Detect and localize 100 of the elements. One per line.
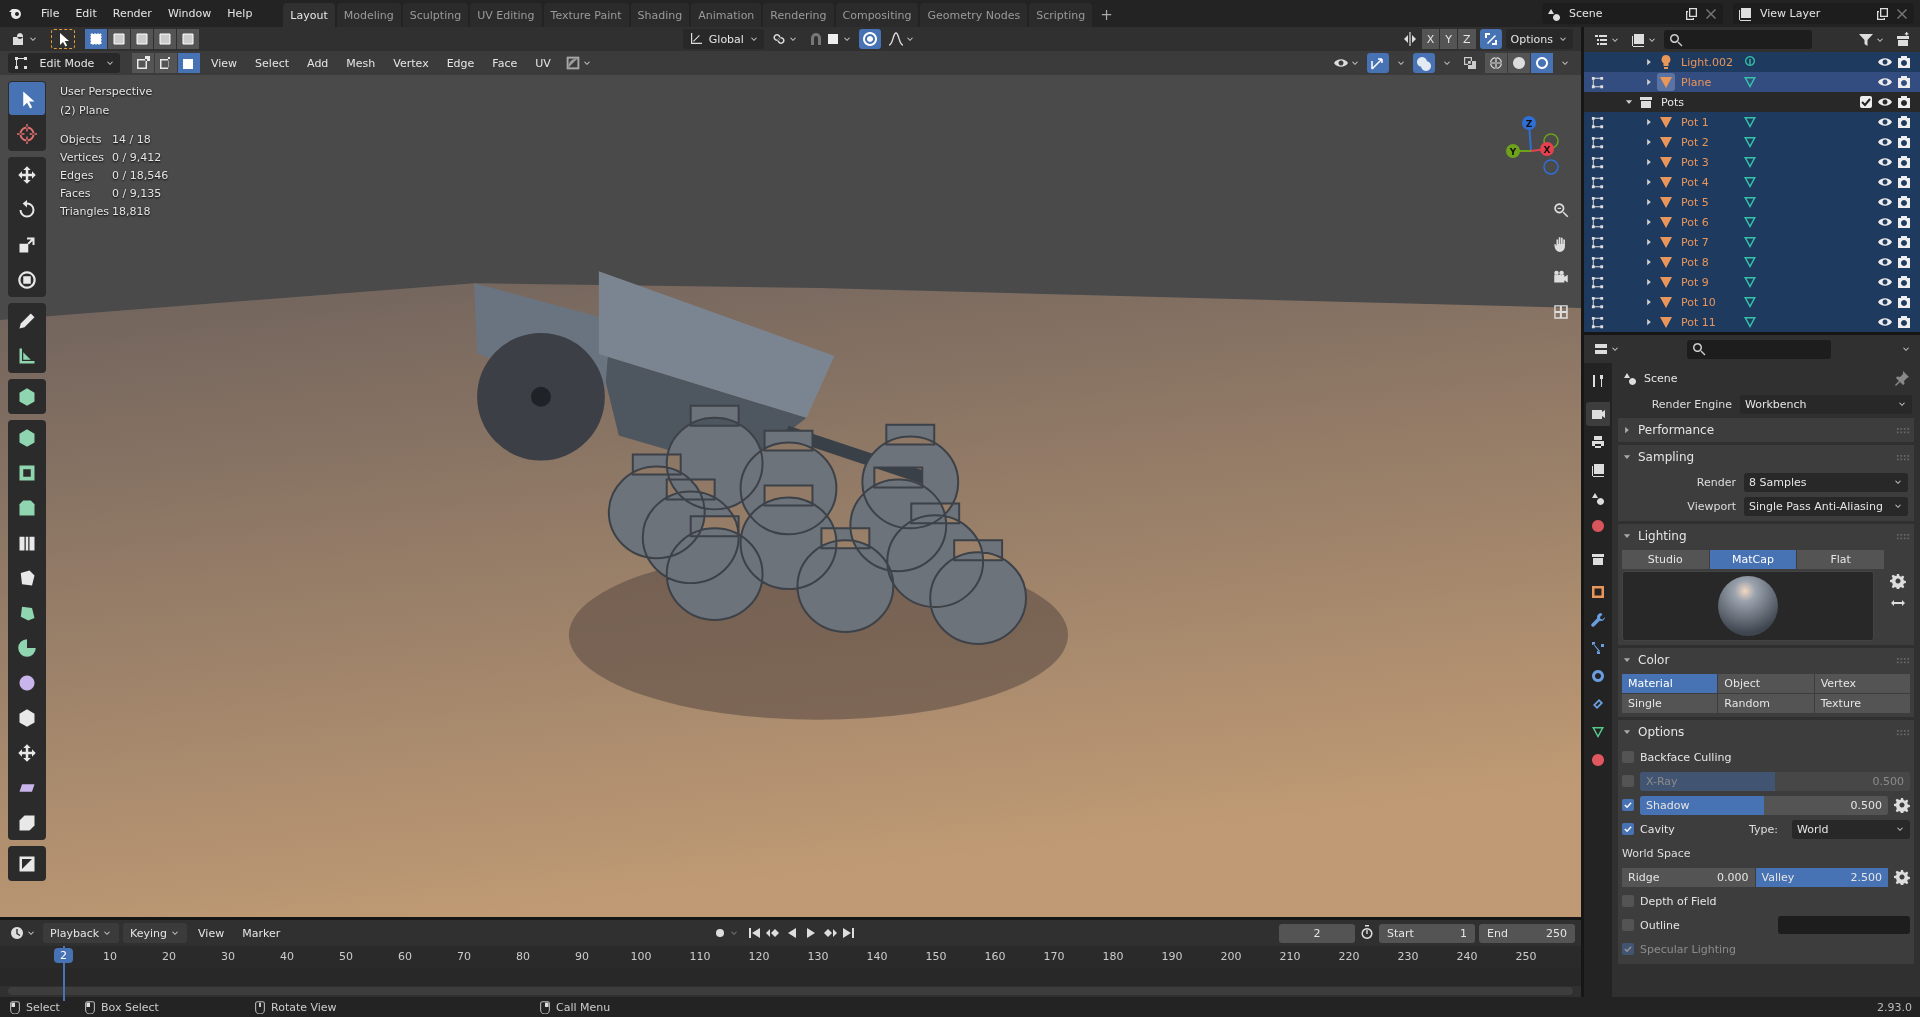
outliner-row[interactable]: Pot 5 bbox=[1584, 192, 1920, 212]
menu-item[interactable]: Keying bbox=[123, 923, 188, 943]
frame-number: 230 bbox=[1396, 950, 1420, 963]
slider[interactable]: Shadow 0.500 bbox=[1640, 795, 1888, 815]
lighting-mode-tab[interactable]: MatCap bbox=[1709, 550, 1797, 569]
outliner-row[interactable]: Plane bbox=[1584, 72, 1920, 92]
frame-number: 90 bbox=[574, 950, 590, 963]
workspace-tab[interactable]: Scripting bbox=[1029, 3, 1093, 27]
stat-value: 0 / 9,412 bbox=[112, 150, 162, 166]
dropdown-field[interactable]: 8 Samples bbox=[1744, 472, 1908, 492]
menu-item[interactable]: File bbox=[34, 4, 67, 23]
outliner-row[interactable]: Pot 4 bbox=[1584, 172, 1920, 192]
dropdown-field[interactable]: World bbox=[1792, 819, 1910, 839]
workspace-tab[interactable]: Shading bbox=[630, 3, 690, 27]
render-engine-dropdown[interactable]: Workbench bbox=[1740, 394, 1912, 414]
color-mode-tab[interactable]: Texture bbox=[1814, 694, 1910, 713]
workspace-tab[interactable]: Animation bbox=[691, 3, 762, 27]
lighting-mode-tab[interactable]: Flat bbox=[1797, 550, 1884, 569]
workspace-tab[interactable]: Compositing bbox=[835, 3, 919, 27]
field-label: Viewport bbox=[1686, 499, 1736, 513]
workspace-tab[interactable]: Rendering bbox=[763, 3, 834, 27]
panel-header[interactable]: Options bbox=[1618, 720, 1914, 744]
stat-label: Vertices bbox=[60, 150, 105, 166]
frame-number: 110 bbox=[688, 950, 712, 963]
outliner-row[interactable]: Pot 6 bbox=[1584, 212, 1920, 232]
start-frame-field[interactable]: Start 1 bbox=[1379, 923, 1475, 943]
current-frame-marker[interactable]: 2 bbox=[54, 948, 73, 963]
menu-item[interactable]: Help bbox=[220, 4, 260, 23]
panel-header[interactable]: Performance bbox=[1618, 418, 1914, 442]
outliner-row[interactable]: Pot 10 bbox=[1584, 292, 1920, 312]
stat-value: 14 / 18 bbox=[112, 132, 151, 148]
color-mode-tab[interactable]: Material bbox=[1622, 674, 1718, 693]
frame-number: 130 bbox=[806, 950, 830, 963]
menu-item[interactable]: Marker bbox=[235, 923, 288, 943]
active-object-name: (2) Plane bbox=[60, 103, 111, 119]
add-workspace-button[interactable]: + bbox=[1094, 3, 1119, 27]
options-dropdown[interactable]: Options bbox=[1505, 29, 1573, 49]
color-mode-tab[interactable]: Random bbox=[1718, 694, 1814, 713]
panel-title: Sampling bbox=[1638, 450, 1695, 464]
value-field[interactable]: Ridge 0.000 bbox=[1622, 867, 1755, 887]
shortcut-hint: Rotate View bbox=[271, 1000, 337, 1014]
outliner-item-name: Pot 6 bbox=[1681, 215, 1710, 229]
menu-item[interactable]: Window bbox=[160, 4, 219, 23]
frame-number: 240 bbox=[1455, 950, 1479, 963]
lighting-mode-tab[interactable]: Studio bbox=[1622, 550, 1709, 569]
color-mode-tab[interactable]: Single bbox=[1622, 694, 1718, 713]
menu-item[interactable]: Edit bbox=[68, 4, 104, 23]
outliner-row[interactable]: Pot 8 bbox=[1584, 252, 1920, 272]
workspace-tab[interactable]: Sculpting bbox=[402, 3, 469, 27]
mode-dropdown[interactable]: Edit Mode bbox=[8, 53, 120, 73]
outliner-item-name: Pot 7 bbox=[1681, 235, 1710, 249]
axis-label: X bbox=[1543, 144, 1551, 155]
outliner-item-name: Pot 2 bbox=[1681, 135, 1710, 149]
stat-label: Edges bbox=[60, 168, 95, 184]
dropdown-field[interactable]: Single Pass Anti-Aliasing bbox=[1744, 496, 1908, 516]
frame-number: 20 bbox=[161, 950, 177, 963]
frame-number: 140 bbox=[865, 950, 889, 963]
workspace-tab[interactable]: UV Editing bbox=[470, 3, 542, 27]
axis-toggle[interactable]: X bbox=[1421, 29, 1440, 49]
workspace-tab[interactable]: Geometry Nodes bbox=[920, 3, 1028, 27]
color-mode-tab[interactable]: Vertex bbox=[1814, 674, 1910, 693]
workspace-tab[interactable]: Texture Paint bbox=[543, 3, 629, 27]
view-name: User Perspective bbox=[60, 84, 154, 100]
stat-label: Triangles bbox=[60, 204, 110, 220]
menu-item[interactable]: Playback bbox=[43, 923, 120, 943]
axis-toggle[interactable]: Z bbox=[1458, 29, 1476, 49]
section-label: World Space bbox=[1622, 846, 1691, 860]
panel-header[interactable]: Lighting bbox=[1618, 524, 1914, 548]
outliner-row[interactable]: Pot 7 bbox=[1584, 232, 1920, 252]
panel-header[interactable]: Color bbox=[1618, 648, 1914, 672]
panel-header[interactable]: Sampling bbox=[1618, 445, 1914, 469]
workspace-tab[interactable]: Modeling bbox=[336, 3, 401, 27]
frame-number: 200 bbox=[1219, 950, 1243, 963]
outliner-row[interactable]: Pot 11 bbox=[1584, 312, 1920, 332]
stat-label: Objects bbox=[60, 132, 103, 148]
frame-number: 70 bbox=[456, 950, 472, 963]
outliner-item-name: Light.002 bbox=[1681, 55, 1733, 69]
outliner-row[interactable]: Pots bbox=[1584, 92, 1920, 112]
value-field[interactable]: Valley 2.500 bbox=[1755, 867, 1888, 887]
frame-number: 10 bbox=[102, 950, 118, 963]
outliner-row[interactable]: Pot 2 bbox=[1584, 132, 1920, 152]
frame-number: 40 bbox=[279, 950, 295, 963]
orientation-dropdown[interactable]: Global bbox=[682, 29, 764, 49]
outliner-row[interactable]: Light.002 bbox=[1584, 52, 1920, 72]
stat-value: 0 / 18,546 bbox=[112, 168, 169, 184]
navigation-gizmo[interactable]: Z Y X bbox=[1493, 111, 1569, 187]
checkbox-label: Specular Lighting bbox=[1640, 942, 1737, 956]
menu-item[interactable]: View bbox=[191, 923, 232, 943]
workspace-tab[interactable]: Layout bbox=[283, 3, 335, 27]
outliner-row[interactable]: Pot 9 bbox=[1584, 272, 1920, 292]
slider-value: 0.500 bbox=[1850, 798, 1882, 812]
menu-item[interactable]: Render bbox=[105, 4, 159, 23]
current-frame-field[interactable]: 2 bbox=[1279, 923, 1355, 943]
color-mode-tab[interactable]: Object bbox=[1718, 674, 1814, 693]
checkbox-label: Depth of Field bbox=[1640, 894, 1717, 908]
outliner-row[interactable]: Pot 1 bbox=[1584, 112, 1920, 132]
end-frame-field[interactable]: End 250 bbox=[1479, 923, 1575, 943]
axis-toggle[interactable]: Y bbox=[1440, 29, 1457, 49]
outliner-item-name: Pot 5 bbox=[1681, 195, 1710, 209]
outliner-row[interactable]: Pot 3 bbox=[1584, 152, 1920, 172]
